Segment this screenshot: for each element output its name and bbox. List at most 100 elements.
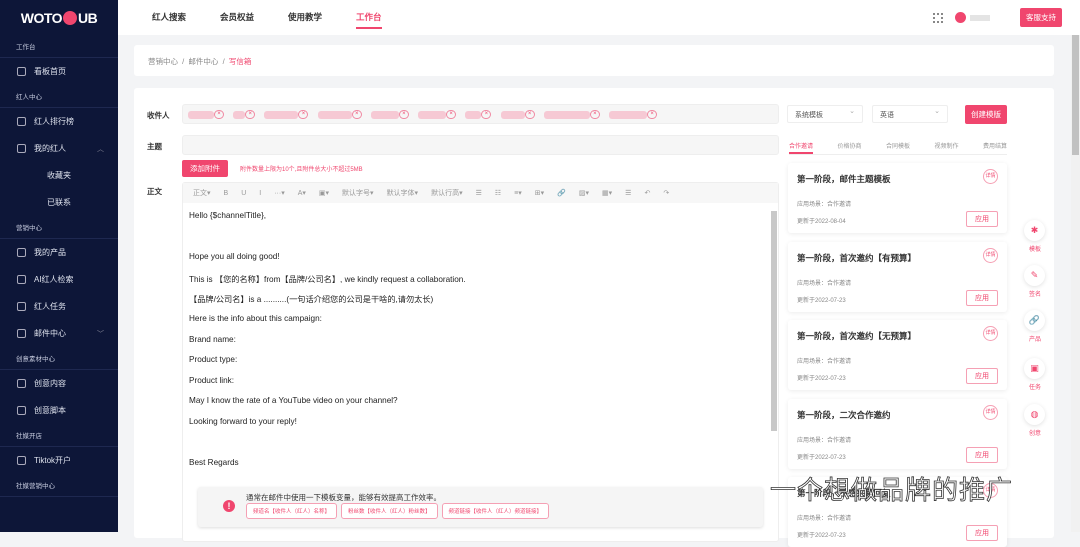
toolbar-button[interactable]: ···▾ bbox=[274, 189, 285, 197]
close-icon[interactable]: × bbox=[647, 110, 658, 120]
subject-input[interactable] bbox=[182, 135, 779, 155]
bar-chart-icon bbox=[17, 117, 26, 126]
checkbox-icon bbox=[17, 302, 26, 311]
body-line: May I know the rate of a YouTube video o… bbox=[189, 396, 398, 406]
toolbar-button[interactable]: 默认字号▾ bbox=[342, 188, 374, 198]
float-label: 任务 bbox=[1028, 385, 1041, 391]
sidebar-item-mail[interactable]: 邮件中心 ﹀ bbox=[0, 320, 118, 347]
toolbar-button[interactable]: ↷ bbox=[663, 189, 669, 197]
editor-content[interactable]: Hello {$channelTitle}, Hope you all doing… bbox=[183, 203, 778, 487]
details-badge[interactable]: 详情 bbox=[983, 405, 998, 420]
close-icon[interactable]: × bbox=[245, 110, 256, 120]
close-icon[interactable]: × bbox=[214, 110, 224, 120]
tab-invite[interactable]: 合作邀请 bbox=[789, 141, 814, 154]
recipient-tag: × bbox=[264, 110, 309, 120]
close-icon[interactable]: × bbox=[481, 110, 492, 120]
sidebar-item-tasks[interactable]: 红人任务 bbox=[0, 293, 118, 320]
create-template-button[interactable]: 创建模版 bbox=[965, 105, 1007, 124]
close-icon[interactable]: × bbox=[524, 110, 535, 120]
toolbar-button[interactable]: ▦▾ bbox=[602, 189, 612, 197]
language-select[interactable]: 英语 bbox=[872, 105, 948, 123]
tab-video[interactable]: 视频制作 bbox=[934, 141, 958, 154]
var-channel-name[interactable]: 频道名【收件人（红人）名称】 bbox=[246, 503, 338, 519]
toolbar-button[interactable]: ⊞▾ bbox=[535, 189, 544, 197]
logo[interactable]: WOTO UB bbox=[0, 0, 118, 35]
avatar[interactable] bbox=[955, 12, 966, 23]
crumb-marketing[interactable]: 营销中心 bbox=[148, 57, 178, 66]
nav-membership[interactable]: 会员权益 bbox=[220, 0, 254, 35]
toolbar-button[interactable]: 正文▾ bbox=[193, 188, 211, 198]
sidebar-item-dashboard[interactable]: 看板首页 bbox=[0, 58, 118, 85]
nav-workbench[interactable]: 工作台 bbox=[356, 0, 382, 35]
float-button-palette[interactable]: ◍ 创意 bbox=[1024, 404, 1046, 437]
toolbar-button[interactable]: ≡▾ bbox=[514, 189, 522, 197]
template-scene: 应用场景：合作邀请 bbox=[797, 202, 852, 208]
sidebar-item-creative-content[interactable]: 创意内容 bbox=[0, 370, 118, 397]
nav-influencer-search[interactable]: 红人搜索 bbox=[152, 0, 186, 35]
toolbar-button[interactable]: ☷ bbox=[495, 189, 501, 197]
tab-settlement[interactable]: 费用结算 bbox=[983, 141, 1007, 154]
label: AI红人检索 bbox=[34, 275, 74, 284]
sidebar-item-ai-search[interactable]: AI红人检索 bbox=[0, 266, 118, 293]
tab-price[interactable]: 价格协商 bbox=[837, 141, 861, 154]
qr-code-icon[interactable] bbox=[933, 12, 943, 23]
template-card[interactable]: 第一阶段，首次邀约【无预算】 详情 应用场景：合作邀请 更新于2022-07-23 应用 bbox=[788, 320, 1007, 390]
sidebar-item-products[interactable]: 我的产品 bbox=[0, 239, 118, 266]
float-button-task[interactable]: ▣ 任务 bbox=[1024, 358, 1046, 391]
template-type-select[interactable]: 系统模板 bbox=[787, 105, 863, 123]
sidebar-item-ranking[interactable]: 红人排行榜 bbox=[0, 108, 118, 135]
toolbar-button[interactable]: I bbox=[259, 190, 261, 197]
body-line: 【品牌/公司名】is a ..........(一句话介绍您的公司是干啥的,请勿… bbox=[189, 295, 434, 305]
support-button[interactable]: 客服支持 bbox=[1020, 8, 1062, 27]
toolbar-button[interactable]: ▨▾ bbox=[579, 189, 589, 197]
template-card[interactable]: 第一阶段，二次合作邀约 详情 应用场景：合作邀请 更新于2022-07-23 应用 bbox=[788, 399, 1007, 469]
body-line: Best Regards bbox=[189, 458, 239, 468]
nav-tutorial[interactable]: 使用教学 bbox=[288, 0, 322, 35]
sidebar-item-my-influencers[interactable]: 我的红人 ︿ bbox=[0, 135, 118, 162]
sidebar-item-contacted[interactable]: 已联系 bbox=[0, 189, 118, 216]
float-button-template[interactable]: ✱ 模板 bbox=[1024, 220, 1046, 253]
details-badge[interactable]: 详情 bbox=[983, 326, 998, 341]
label: 红人排行榜 bbox=[34, 117, 74, 126]
tab-contract[interactable]: 合同模板 bbox=[886, 141, 910, 154]
toolbar-button[interactable]: 默认字体▾ bbox=[387, 188, 419, 198]
editor-scrollbar[interactable] bbox=[771, 211, 777, 431]
toolbar-button[interactable]: ▣▾ bbox=[319, 189, 329, 197]
sidebar-item-tiktok[interactable]: Tiktok开户 bbox=[0, 447, 118, 474]
toolbar-button[interactable]: ↶ bbox=[644, 189, 650, 197]
close-icon[interactable]: × bbox=[351, 110, 362, 120]
apply-button[interactable]: 应用 bbox=[966, 368, 998, 384]
template-card[interactable]: 第一阶段，邮件主题模板 详情 应用场景：合作邀请 更新于2022-08-04 应用 bbox=[788, 163, 1007, 233]
apply-button[interactable]: 应用 bbox=[966, 290, 998, 306]
apply-button[interactable]: 应用 bbox=[966, 211, 998, 227]
var-channel-link[interactable]: 频道链接【收件人（红人）频道链接】 bbox=[441, 503, 550, 519]
apply-button[interactable]: 应用 bbox=[966, 525, 998, 541]
close-icon[interactable]: × bbox=[298, 110, 309, 120]
close-icon[interactable]: × bbox=[589, 110, 600, 120]
sidebar-item-creative-script[interactable]: 创意脚本 bbox=[0, 397, 118, 424]
toolbar-button[interactable]: 默认行高▾ bbox=[431, 188, 463, 198]
toolbar-button[interactable]: 🔗 bbox=[557, 189, 566, 197]
section-label: 社媒营销中心 bbox=[0, 474, 118, 497]
sidebar: WOTO UB 工作台 看板首页 红人中心 红人排行榜 我的红人 ︿ 收藏夹 已联系… bbox=[0, 0, 118, 532]
add-attachment-button[interactable]: 添加附件 bbox=[182, 160, 228, 177]
sidebar-item-favorites[interactable]: 收藏夹 bbox=[0, 162, 118, 189]
toolbar-button[interactable]: ☰ bbox=[476, 189, 482, 197]
close-icon[interactable]: × bbox=[398, 110, 409, 120]
crumb-mail[interactable]: 邮件中心 bbox=[188, 57, 218, 66]
details-badge[interactable]: 详情 bbox=[983, 169, 998, 184]
toolbar-button[interactable]: B bbox=[224, 190, 229, 197]
toolbar-button[interactable]: A▾ bbox=[298, 189, 306, 197]
var-followers[interactable]: 粉丝数【收件人（红人）粉丝数】 bbox=[341, 503, 438, 519]
toolbar-button[interactable]: ☰ bbox=[625, 189, 631, 197]
float-button-signature[interactable]: ✎ 签名 bbox=[1024, 265, 1046, 298]
details-badge[interactable]: 详情 bbox=[983, 248, 998, 263]
close-icon[interactable]: × bbox=[446, 110, 457, 120]
float-button-link[interactable]: 🔗 产品 bbox=[1024, 310, 1046, 343]
template-scene: 应用场景：合作邀请 bbox=[797, 359, 852, 365]
template-card[interactable]: 第一阶段，首次邀约【有预算】 详情 应用场景：合作邀请 更新于2022-07-23 应用 bbox=[788, 242, 1007, 312]
recipient-input[interactable]: × × × × × × × × × × bbox=[182, 104, 779, 124]
apply-button[interactable]: 应用 bbox=[966, 447, 998, 463]
page-scrollbar[interactable] bbox=[1071, 35, 1080, 532]
toolbar-button[interactable]: U bbox=[241, 190, 246, 197]
